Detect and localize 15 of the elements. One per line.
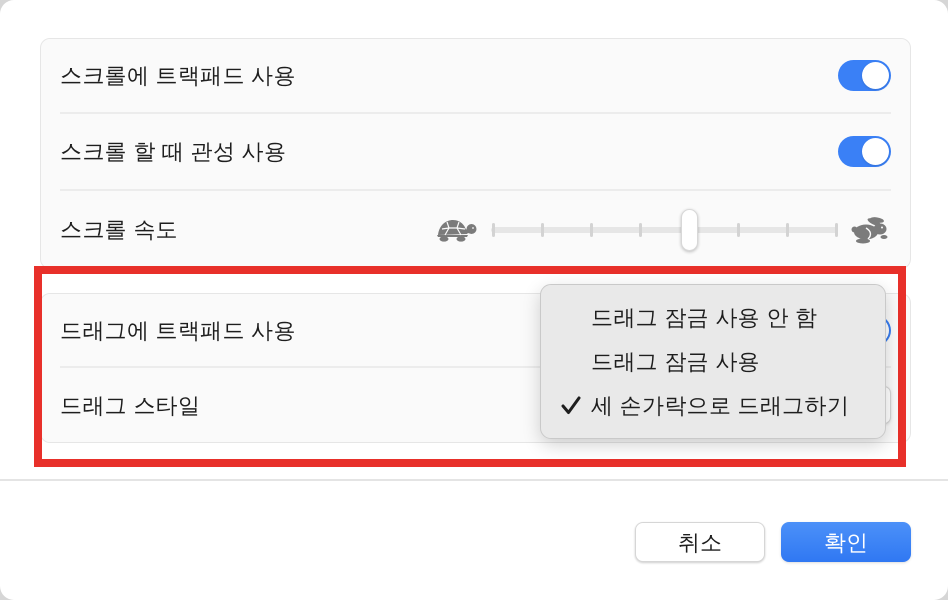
setting-label: 스크롤 속도 <box>60 216 178 244</box>
setting-label: 스크롤 할 때 관성 사용 <box>60 138 286 166</box>
slider-track[interactable] <box>491 208 838 250</box>
toggle-switch[interactable] <box>838 136 891 167</box>
cancel-button[interactable]: 취소 <box>635 522 765 562</box>
confirm-button[interactable]: 확인 <box>781 522 911 562</box>
menu-item[interactable]: 드래그 잠금 사용 안 함 <box>541 296 885 340</box>
setting-label: 드래그 스타일 <box>60 392 200 420</box>
menu-item[interactable]: 세 손가락으로 드래그하기 <box>541 384 885 428</box>
setting-label: 스크롤에 트랙패드 사용 <box>60 62 296 90</box>
toggle-switch[interactable] <box>838 60 891 91</box>
rabbit-icon <box>851 216 889 244</box>
slider-thumb[interactable] <box>680 208 698 250</box>
setting-label: 드래그에 트랙패드 사용 <box>60 316 296 344</box>
menu-item[interactable]: 드래그 잠금 사용 <box>541 340 885 384</box>
